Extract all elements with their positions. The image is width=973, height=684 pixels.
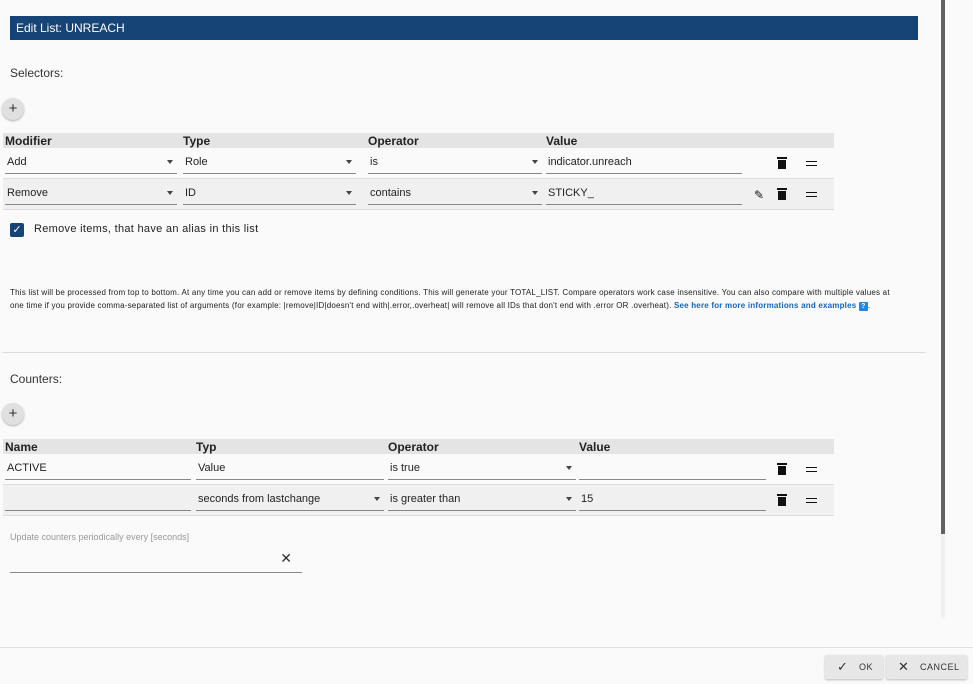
column-header: Name [5,440,38,454]
scrollbar[interactable] [941,0,945,618]
column-header: Modifier [5,134,52,148]
counter-type-select[interactable]: Value [196,458,384,480]
chevron-down-icon [167,160,173,164]
column-header: Typ [196,440,217,454]
trash-icon[interactable] [775,462,789,476]
counter-name-input[interactable]: ACTIVE [5,458,191,480]
counter-value-input[interactable] [579,458,766,480]
chevron-down-icon [532,160,538,164]
counters-table-header: Name Typ Operator Value [3,439,834,454]
trash-icon[interactable] [775,156,789,170]
table-row: Add Role is indicator.unreach [3,148,834,179]
question-icon: ? [858,302,868,311]
operator-select[interactable]: is [368,152,542,174]
counter-value-input[interactable]: 15 [579,489,766,511]
counter-name-input[interactable] [5,489,191,511]
modifier-select[interactable]: Remove [5,183,177,205]
type-select[interactable]: ID [183,183,356,205]
plus-icon: + [8,100,18,117]
chevron-down-icon [566,466,572,470]
drag-handle-icon[interactable] [805,187,819,201]
chevron-down-icon [566,497,572,501]
column-header: Value [546,134,578,148]
alias-checkbox[interactable]: ✓ [10,223,24,237]
help-link[interactable]: See here for more informations and examp… [674,301,868,311]
close-icon: ✕ [898,659,910,674]
selectors-label: Selectors: [10,66,64,80]
footer-divider [0,647,973,648]
trash-icon[interactable] [775,493,789,507]
chevron-down-icon [532,191,538,195]
table-row: ACTIVE Value is true [3,454,834,485]
chevron-down-icon [346,160,352,164]
drag-handle-icon[interactable] [805,156,819,170]
column-header: Type [183,134,211,148]
modifier-select[interactable]: Add [5,152,177,174]
counter-type-select[interactable]: seconds from lastchange [196,489,384,511]
trash-icon[interactable] [775,187,789,201]
value-input[interactable]: indicator.unreach [546,152,742,174]
selectors-table-header: Modifier Type Operator Value [3,133,834,148]
add-counter-button[interactable]: + [2,403,24,425]
chevron-down-icon [374,497,380,501]
help-text: This list will be processed from top to … [10,288,890,311]
plus-icon: + [8,405,18,422]
cancel-button[interactable]: ✕ CANCEL [886,655,967,679]
chevron-down-icon [167,191,173,195]
scrollbar-thumb[interactable] [941,0,945,534]
operator-select[interactable]: contains [368,183,542,205]
pencil-icon[interactable]: ✎ [752,187,766,201]
table-row: seconds from lastchange is greater than … [3,485,834,516]
column-header: Operator [368,134,419,148]
type-select[interactable]: Role [183,152,356,174]
counters-label: Counters: [10,372,63,386]
add-selector-button[interactable]: + [2,98,24,120]
check-icon: ✓ [12,224,22,236]
counter-operator-select[interactable]: is true [388,458,576,480]
section-divider [2,352,926,353]
dialog-title: Edit List: UNREACH [10,16,918,40]
drag-handle-icon[interactable] [805,493,819,507]
check-icon: ✓ [837,659,849,674]
ok-button[interactable]: ✓ OK [825,655,883,679]
column-header: Operator [388,440,439,454]
table-row: Remove ID contains STICKY_ ✎ [3,179,834,210]
clear-icon[interactable]: ✕ [280,550,292,567]
drag-handle-icon[interactable] [805,462,819,476]
counter-operator-select[interactable]: is greater than [388,489,576,511]
alias-checkbox-label: Remove items, that have an alias in this… [34,223,259,235]
value-input[interactable]: STICKY_ [546,183,742,205]
update-interval-label: Update counters periodically every [seco… [10,532,190,542]
update-interval-input[interactable]: ✕ [10,546,302,573]
column-header: Value [579,440,611,454]
chevron-down-icon [346,191,352,195]
